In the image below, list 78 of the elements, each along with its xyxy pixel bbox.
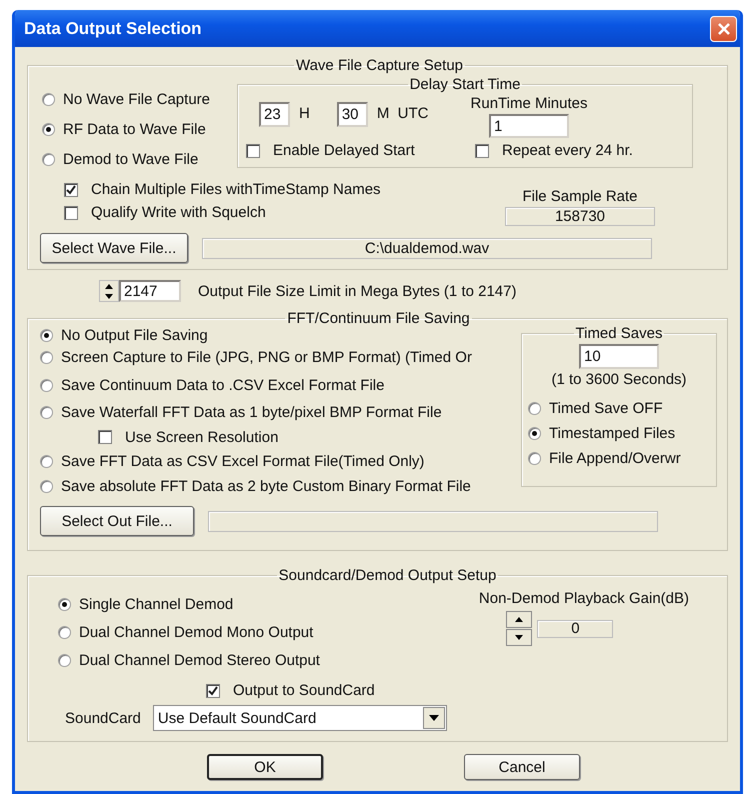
- size-limit-field[interactable]: 2147: [119, 280, 181, 302]
- interval-field[interactable]: 10: [579, 344, 659, 369]
- checkbox[interactable]: [64, 182, 78, 196]
- radio-label[interactable]: Timestamped Files: [549, 425, 676, 442]
- radio-button[interactable]: [528, 427, 541, 440]
- radio-button[interactable]: [58, 626, 71, 638]
- close-icon: [716, 20, 732, 36]
- minute-field[interactable]: 30: [336, 102, 368, 127]
- spinner[interactable]: [99, 280, 119, 302]
- down-arrow-icon: [515, 635, 524, 640]
- radio-button[interactable]: [40, 329, 53, 342]
- radio-button[interactable]: [42, 92, 55, 106]
- radio-label[interactable]: No Wave File Capture: [63, 90, 210, 108]
- range-label: (1 to 3600 Seconds): [551, 371, 687, 388]
- unit-label: H: [299, 105, 310, 122]
- gain-label: Non-Demod Playback Gain(dB): [478, 590, 689, 607]
- cancel-button[interactable]: Cancel: [464, 754, 580, 780]
- select-out-file-button[interactable]: Select Out File...: [40, 506, 194, 536]
- checkbox-label[interactable]: Output to SoundCard: [233, 682, 375, 699]
- ok-button[interactable]: OK: [207, 754, 323, 780]
- group-title: Delay Start Time: [408, 76, 522, 93]
- radio-label[interactable]: RF Data to Wave File: [63, 120, 206, 138]
- select-wave-file-button[interactable]: Select Wave File...: [40, 233, 188, 263]
- checkbox[interactable]: [475, 144, 489, 158]
- radio-button[interactable]: [40, 455, 53, 468]
- radio-button[interactable]: [528, 452, 541, 465]
- radio-button[interactable]: [58, 654, 71, 666]
- radio-label[interactable]: No Output File Saving: [61, 327, 208, 344]
- runtime-field[interactable]: 1: [489, 114, 569, 138]
- soundcard-dropdown[interactable]: Use Default SoundCard: [152, 705, 447, 731]
- radio-button[interactable]: [528, 402, 541, 415]
- window-title: Data Output Selection: [24, 18, 202, 38]
- checkbox-label[interactable]: Repeat every 24 hr.: [502, 142, 633, 159]
- radio-label[interactable]: Dual Channel Demod Stereo Output: [79, 652, 320, 668]
- radio-button[interactable]: [40, 480, 53, 492]
- radio-label[interactable]: Save Waterfall FFT Data as 1 byte/pixel BMP Format File: [61, 404, 442, 421]
- down-arrow-icon: [105, 294, 113, 298]
- checkbox-label[interactable]: Use Screen Resolution: [125, 428, 278, 446]
- group-title: Soundcard/Demod Output Setup: [278, 567, 498, 584]
- spinner[interactable]: [506, 611, 532, 646]
- radio-button[interactable]: [40, 350, 53, 364]
- group-title: FFT/Continuum File Saving: [286, 310, 471, 327]
- up-arrow-icon: [105, 284, 113, 288]
- dropdown-arrow-icon: [428, 715, 439, 721]
- size-limit-label: Output File Size Limit in Mega Bytes (1 to 2147): [198, 282, 516, 300]
- radio-label[interactable]: Single Channel Demod: [79, 596, 234, 612]
- radio-label[interactable]: Save Continuum Data to .CSV Excel Format File: [61, 376, 384, 394]
- group-title: Timed Saves: [574, 325, 664, 342]
- up-arrow-icon: [515, 617, 524, 622]
- checkbox-label[interactable]: Enable Delayed Start: [273, 142, 415, 159]
- radio-label[interactable]: Timed Save OFF: [549, 400, 663, 417]
- radio-button[interactable]: [58, 598, 71, 610]
- radio-button[interactable]: [40, 378, 53, 392]
- radio-label[interactable]: Demod to Wave File: [63, 150, 198, 168]
- hour-field[interactable]: 23: [259, 102, 290, 127]
- checkbox-label[interactable]: Qualify Write with Squelch: [91, 204, 266, 221]
- radio-button[interactable]: [40, 406, 53, 419]
- sample-rate-readout: 158730: [505, 207, 655, 226]
- radio-button[interactable]: [42, 122, 55, 136]
- group-title: Wave File Capture Setup: [294, 57, 464, 74]
- soundcard-label: SoundCard: [65, 710, 141, 726]
- runtime-label: RunTime Minutes: [470, 95, 588, 112]
- checkbox[interactable]: [246, 144, 260, 158]
- unit-label: M UTC: [376, 105, 429, 122]
- file-path-readout: C:\dualdemod.wav: [202, 238, 652, 258]
- close-button[interactable]: [710, 16, 737, 42]
- checkbox[interactable]: [206, 684, 220, 698]
- gain-readout: 0: [537, 620, 614, 638]
- radio-label[interactable]: File Append/Overwr: [549, 450, 681, 467]
- checkbox[interactable]: [98, 430, 112, 444]
- radio-label[interactable]: Save FFT Data as CSV Excel Format File(Timed Only): [61, 453, 424, 470]
- radio-button[interactable]: [42, 152, 55, 166]
- checkbox-label[interactable]: Chain Multiple Files withTimeStamp Names: [91, 181, 381, 198]
- radio-label[interactable]: Save absolute FFT Data as 2 byte Custom Binary Format File: [61, 478, 471, 494]
- radio-label[interactable]: Screen Capture to File (JPG, PNG or BMP Format) (Timed Or: [61, 348, 472, 366]
- radio-label[interactable]: Dual Channel Demod Mono Output: [79, 624, 314, 640]
- sample-rate-label: File Sample Rate: [522, 188, 638, 205]
- checkbox[interactable]: [64, 206, 78, 220]
